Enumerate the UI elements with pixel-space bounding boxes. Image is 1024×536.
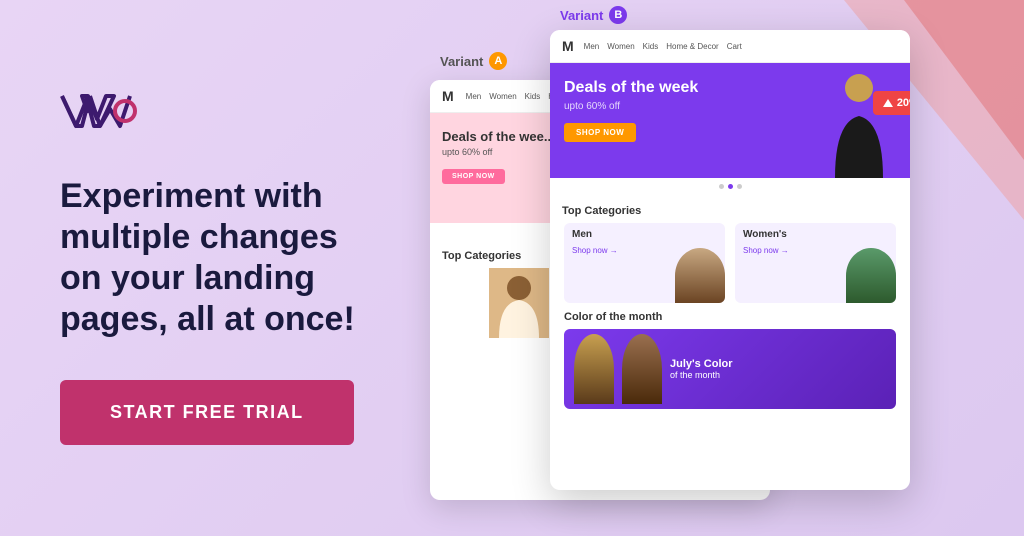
mockup-b-categories: Men Shop now → Women's Shop now →: [550, 223, 910, 303]
mockup-a-logo: M: [442, 88, 454, 104]
mockup-b-person: [827, 70, 892, 178]
uplift-badge: 20% Uplift: [873, 91, 910, 115]
uplift-arrow-icon: [883, 99, 893, 107]
variant-b-card: M Men Women Kids Home & Decor Cart Deals…: [550, 30, 910, 490]
color-month-card: July's Color of the month: [564, 329, 896, 409]
color-month-heading: July's Color: [670, 358, 886, 370]
mockup-b-banner: Deals of the week upto 60% off SHOP NOW …: [550, 63, 910, 178]
mockup-a-shop-button[interactable]: SHOP NOW: [442, 169, 505, 184]
cat-b-men-person: [675, 248, 725, 303]
cat-b-women-person: [846, 248, 896, 303]
start-free-trial-button[interactable]: START FREE TRIAL: [60, 380, 354, 445]
color-person-2: [622, 334, 662, 404]
variant-a-badge: A: [489, 52, 507, 70]
variant-b-label: Variant B: [560, 6, 627, 24]
right-content: Variant A M Men Women Kids Home & Deco..…: [430, 0, 1024, 536]
mockup-b-logo: M: [562, 38, 574, 54]
logo: [60, 91, 370, 136]
mockup-b-nav: Men Women Kids Home & Decor Cart: [584, 42, 742, 51]
category-card-b-women: Women's Shop now →: [735, 223, 896, 303]
mockup-b-categories-title: Top Categories: [550, 195, 910, 223]
left-content: Experiment with multiple changes on your…: [0, 41, 430, 494]
color-month-text-block: July's Color of the month: [670, 358, 886, 380]
headline: Experiment with multiple changes on your…: [60, 176, 370, 339]
mockup-b-header: M Men Women Kids Home & Decor Cart: [550, 30, 910, 63]
vwo-logo-svg: [60, 91, 140, 131]
mockup-b-shop-button[interactable]: SHOP NOW: [564, 123, 636, 142]
variant-a-label: Variant A: [440, 52, 507, 70]
color-month-subtext: of the month: [670, 370, 886, 380]
cat-b-women-label: Women's: [735, 223, 896, 246]
variant-b-badge: B: [609, 6, 627, 24]
page-container: Experiment with multiple changes on your…: [0, 0, 1024, 536]
mockup-b-color-title: Color of the month: [564, 311, 896, 323]
category-card-b-men: Men Shop now →: [564, 223, 725, 303]
mockup-b-color-section: Color of the month July's Color of the m…: [550, 303, 910, 417]
mockup-b-dots: [550, 178, 910, 195]
cat-b-men-label: Men: [564, 223, 725, 246]
color-person-1: [574, 334, 614, 404]
